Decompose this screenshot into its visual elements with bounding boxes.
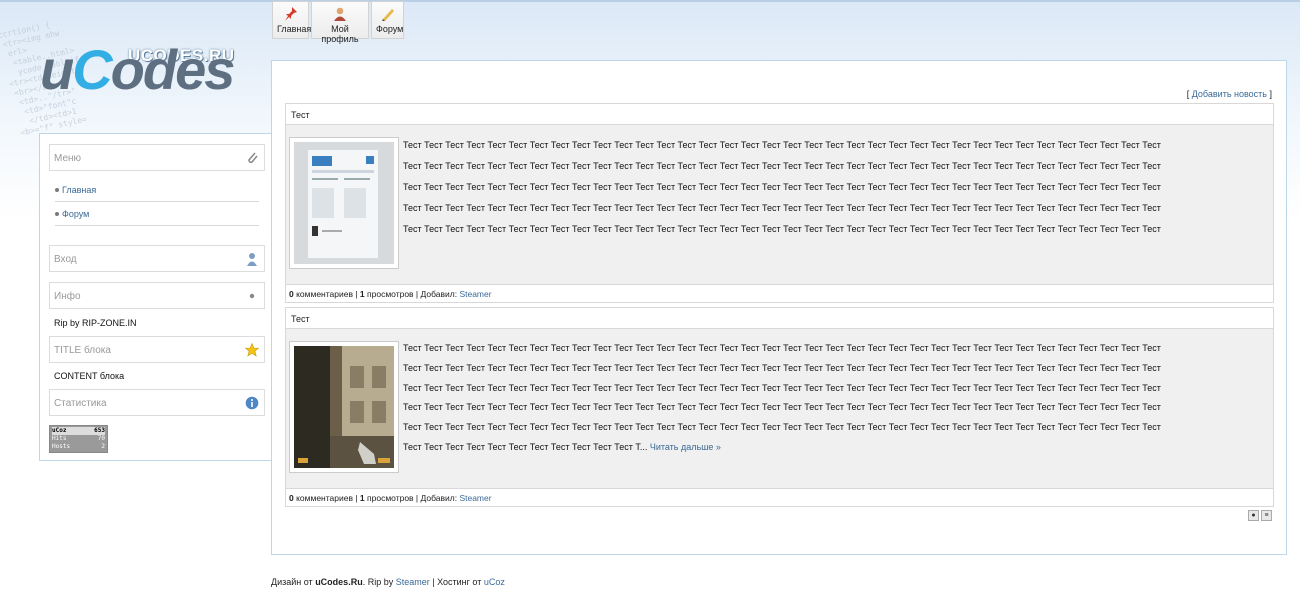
sidebar-item-home[interactable]: Главная [54,185,96,195]
page-tools: ● ≡ [1248,510,1272,521]
footer-rip-author-link[interactable]: Steamer [396,577,430,587]
title-block-title: TITLE блока [54,345,111,356]
eye-icon[interactable]: ● [1248,510,1259,521]
content-block-text: CONTENT блока [54,371,125,381]
post-text: Тест Тест Тест Тест Тест Тест Тест Тест … [403,140,1161,234]
footer-brand: uCodes.Ru [315,577,363,587]
menu-block-header: Меню [49,144,265,171]
menu-block-title: Меню [54,153,82,164]
paperclip-icon [245,151,259,165]
menu-divider [55,201,259,202]
info-icon [245,396,259,410]
logo-big-text: uCodes [40,38,235,101]
site-logo[interactable]: UCODES.RU uCodes [40,22,240,112]
star-icon [244,342,260,357]
post-thumbnail[interactable] [289,341,399,473]
info-block-header: Инфо [49,282,265,309]
title-block-header: TITLE блока [49,336,265,363]
login-block-title: Вход [54,254,77,265]
nav-profile-label: Мой профиль [321,24,359,44]
read-more-link[interactable]: Читать дальше » [650,442,721,452]
nav-forum-button[interactable]: Форум [371,1,404,39]
post-title[interactable]: Тест [285,307,1274,329]
ucoz-counter[interactable]: uCoz 653 Hits 70 Hosts 2 [49,425,108,453]
stats-block-header: Статистика [49,389,265,416]
post-author-link[interactable]: Steamer [459,289,491,299]
main-content: [ Добавить новость ] Тест Тест Тест Тест… [271,60,1287,555]
nav-profile-button[interactable]: Мой профиль [311,1,369,44]
info-block-title: Инфо [54,291,81,302]
stats-block-title: Статистика [54,398,107,409]
add-news: [ Добавить новость ] [1186,89,1272,99]
sidebar: Меню Главная Форум Вход Инфо Rip by RIP-… [39,133,272,461]
sidebar-item-forum[interactable]: Форум [54,209,89,219]
top-navigation: Главная Мой профиль Форум [272,1,404,44]
footer-hosting-link[interactable]: uCoz [484,577,505,587]
user-icon [316,6,364,22]
site-screenshot-image [294,142,394,264]
nav-forum-label: Форум [376,24,404,34]
rss-icon[interactable]: ≡ [1261,510,1272,521]
post-thumbnail[interactable] [289,137,399,269]
post-title[interactable]: Тест [285,103,1274,125]
nav-home-button[interactable]: Главная [272,1,312,39]
info-block-content: Rip by RIP-ZONE.IN [54,318,137,328]
pin-icon [277,6,304,22]
post-body: Тест Тест Тест Тест Тест Тест Тест Тест … [285,329,1274,489]
post-body: Тест Тест Тест Тест Тест Тест Тест Тест … [285,125,1274,285]
menu-divider [55,225,259,226]
login-block-header: Вход [49,245,265,272]
post-text: Тест Тест Тест Тест Тест Тест Тест Тест … [403,343,1161,452]
add-news-link[interactable]: Добавить новость [1192,89,1267,99]
post-author-link[interactable]: Steamer [459,493,491,503]
post-meta: 0 комментариев | 1 просмотров | Добавил:… [285,489,1274,507]
game-screenshot-image [294,346,394,468]
pencil-icon [376,6,399,22]
bullet-icon [245,289,259,303]
nav-home-label: Главная [277,24,312,34]
footer: Дизайн от uCodes.Ru. Rip by Steamer | Хо… [271,577,505,587]
user-icon [245,252,259,266]
post-meta: 0 комментариев | 1 просмотров | Добавил:… [285,285,1274,303]
